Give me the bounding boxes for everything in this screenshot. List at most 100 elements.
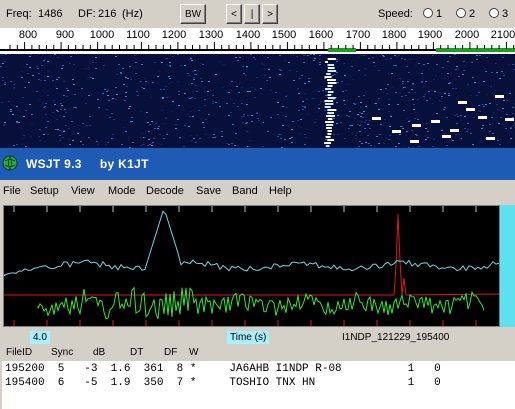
step-right-button[interactable]: > (262, 4, 278, 24)
step-left-button[interactable]: < (226, 4, 242, 24)
waterfall-noise (492, 133, 494, 134)
waterfall-noise (434, 91, 436, 92)
waterfall-noise (388, 99, 390, 100)
waterfall-noise (147, 145, 149, 146)
waterfall-noise (104, 89, 106, 90)
waterfall-noise (231, 81, 233, 82)
waterfall-noise (485, 104, 487, 105)
waterfall-noise (479, 55, 481, 56)
menu-view[interactable]: View (71, 185, 95, 197)
waterfall-noise (456, 66, 458, 67)
menu-band[interactable]: Band (232, 185, 258, 197)
waterfall-noise (200, 63, 202, 64)
speed-option-1: 1 (436, 8, 443, 20)
waterfall-noise (56, 119, 58, 120)
decoded-text-area[interactable]: 195200 5 -3 1.6 361 8 * JA6AHB I1NDP R-0… (2, 361, 515, 409)
waterfall-noise (360, 102, 362, 103)
waterfall-noise (0, 55, 2, 56)
waterfall-noise (374, 146, 376, 147)
waterfall-noise (43, 134, 45, 135)
menu-save[interactable]: Save (196, 185, 221, 197)
waterfall-noise (251, 115, 253, 116)
waterfall-noise (147, 82, 149, 83)
waterfall-noise (414, 112, 416, 113)
waterfall-noise (261, 63, 263, 64)
waterfall-noise (18, 122, 20, 123)
waterfall-spectrogram (0, 54, 515, 148)
waterfall-noise (43, 60, 45, 61)
waterfall-noise (322, 90, 324, 91)
waterfall-noise (4, 61, 6, 62)
waterfall-noise (325, 132, 327, 133)
decode-row[interactable]: 195400 6 -5 1.9 350 7 * TOSHIO TNX HN 1 … (5, 377, 441, 389)
waterfall-noise (443, 109, 445, 110)
frequency-ruler[interactable]: 800 900 1000 1100 1200 1300 1400 1500 16… (0, 28, 515, 54)
waterfall-noise (246, 131, 248, 132)
waterfall-noise (73, 64, 75, 65)
waterfall-noise (432, 55, 434, 56)
waterfall-noise (246, 122, 248, 123)
waterfall-noise (200, 118, 202, 119)
menu-mode[interactable]: Mode (108, 185, 136, 197)
waterfall-noise (240, 118, 242, 119)
waterfall-noise (256, 113, 258, 114)
waterfall-noise (449, 56, 451, 57)
waterfall-noise (232, 124, 234, 125)
waterfall-noise (192, 71, 194, 72)
waterfall-noise (95, 68, 97, 69)
waterfall-noise (229, 116, 231, 117)
waterfall-noise (57, 129, 59, 130)
menu-decode[interactable]: Decode (146, 185, 184, 197)
speed-radio-1[interactable] (423, 8, 433, 18)
waterfall-noise (65, 112, 67, 113)
waterfall-noise (355, 103, 357, 104)
waterfall-noise (61, 68, 63, 69)
plot-side-bar (500, 205, 515, 327)
waterfall-noise (307, 114, 309, 115)
waterfall-noise (497, 109, 499, 110)
bw-button[interactable]: BW (180, 4, 206, 24)
speed-radio-2[interactable] (456, 8, 466, 18)
waterfall-noise (409, 120, 411, 121)
decode-row[interactable]: 195200 5 -3 1.6 361 8 * JA6AHB I1NDP R-0… (5, 363, 441, 375)
waterfall-noise (132, 142, 134, 143)
waterfall-noise (128, 108, 130, 109)
menu-file[interactable]: File (3, 185, 21, 197)
waterfall-noise (2, 77, 4, 78)
waterfall-noise (359, 141, 361, 142)
waterfall-noise (63, 81, 65, 82)
waterfall-noise (69, 63, 71, 64)
waterfall-noise (280, 134, 282, 135)
signal-plot[interactable] (3, 205, 500, 327)
waterfall-noise (59, 130, 61, 131)
waterfall-noise (47, 61, 49, 62)
waterfall-noise (361, 113, 363, 114)
waterfall-noise (196, 135, 198, 136)
waterfall-noise (422, 87, 424, 88)
waterfall-noise (140, 60, 142, 61)
waterfall-noise (29, 56, 31, 57)
waterfall-noise (234, 145, 236, 146)
waterfall-noise (478, 105, 480, 106)
waterfall-noise (367, 135, 369, 136)
waterfall-display[interactable] (0, 54, 515, 148)
waterfall-noise (473, 117, 475, 118)
speed-radio-3[interactable] (489, 8, 499, 18)
waterfall-noise (172, 101, 174, 102)
waterfall-noise (251, 87, 253, 88)
waterfall-noise (148, 139, 150, 140)
waterfall-noise (21, 77, 23, 78)
waterfall-noise (324, 78, 326, 79)
center-button[interactable]: | (244, 4, 260, 24)
waterfall-noise (193, 77, 195, 78)
menu-help[interactable]: Help (269, 185, 292, 197)
waterfall-noise (23, 135, 25, 136)
waterfall-noise (368, 58, 370, 59)
waterfall-noise (53, 102, 55, 103)
waterfall-noise (336, 102, 338, 103)
menu-setup[interactable]: Setup (30, 185, 59, 197)
waterfall-noise (10, 111, 12, 112)
waterfall-noise (336, 123, 338, 124)
waterfall-noise (150, 97, 152, 98)
waterfall-noise (423, 96, 425, 97)
